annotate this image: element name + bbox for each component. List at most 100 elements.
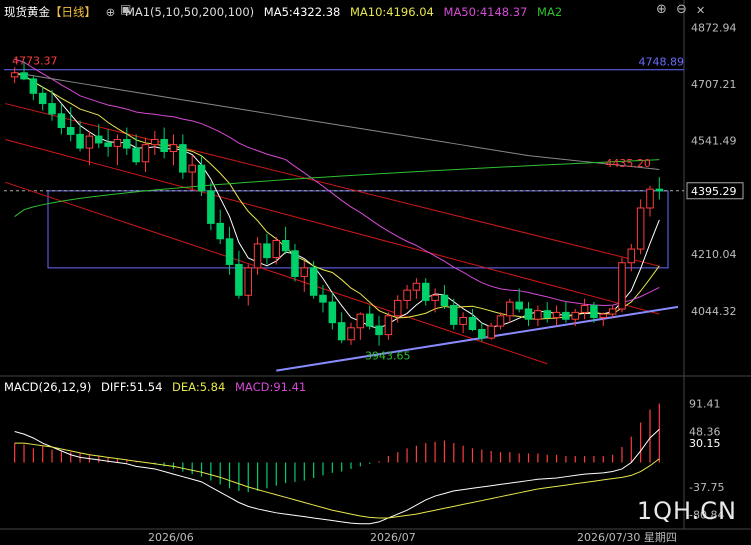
candle-body [20,72,28,80]
price-tick-label: 4210.04 [691,248,737,261]
dea-value: DEA:5.84 [172,380,226,394]
price-tick-label: 4707.21 [691,78,737,91]
candle-body [543,310,551,319]
watermark: 1QH.CN [636,497,737,525]
candle-body [263,243,271,259]
channel-lower-line [5,181,548,365]
price-tick-label: 4044.32 [691,305,737,318]
candle-body [421,282,430,301]
candle-body [337,322,346,341]
channel-middle-line [5,139,660,315]
candle-body [571,311,580,320]
ma100-line [14,72,660,171]
candle-body [478,329,486,339]
price-tick-label: 4395.29 [691,185,737,198]
candle-body [253,243,262,269]
candle-body [393,299,402,317]
candle-body [123,139,131,149]
diff-line [14,428,660,525]
high-annotation: 4773.37 [12,54,58,67]
low-annotation: 3943.65 [365,349,411,362]
price-chart[interactable]: 4872.94 4707.21 4541.49 4395.29 4210.04 4044.… [0,0,751,545]
dea-line [14,442,660,519]
candle-body [646,188,654,209]
candle-body [618,262,626,310]
candle-body [450,305,458,325]
recent-high-annotation: 4435.20 [605,157,651,170]
candle-body [85,135,94,149]
candle-body [160,139,168,152]
candle-body [291,250,299,277]
candle-body [384,315,393,336]
settings-icon[interactable]: ⊕ [106,5,116,19]
candle-body [487,325,495,339]
candle-body [197,164,206,192]
candle-body [300,267,309,277]
candle-body [468,317,477,330]
candle-body [412,282,421,291]
macd-label[interactable]: MACD(26,12,9) [4,380,91,394]
candle-body [10,72,19,78]
ma50-line [14,58,660,307]
macd-tick-label: 91.41 [689,398,721,411]
ma2-label: MA2 [537,5,563,19]
candle-body [328,301,337,324]
candle-body [506,301,514,317]
candle-body [534,310,542,320]
period-label[interactable]: 【日线】 [50,5,96,19]
ma50-value: MA50:4148.37 [443,5,528,19]
candle-body [309,267,318,296]
candle-body [655,188,664,192]
candle-body [66,127,75,135]
symbol-label[interactable]: 现货黄金 [4,5,50,19]
x-axis-label: 2026/07 [370,531,416,544]
candle-body [319,294,327,303]
minus-icon[interactable]: ⊖ [676,2,687,17]
macd-tick-label: 30.15 [689,437,721,450]
candle-body [347,327,355,341]
ma-label[interactable]: MA1(5,10,50,200,100) [125,5,254,19]
candle-body [76,133,84,149]
candle-body [244,267,253,296]
candle-body [141,144,150,163]
candle-body [94,135,103,144]
reference-line-label: 4748.89 [639,56,685,69]
candle-body [38,92,47,105]
candle-body [608,308,617,315]
candle-body [104,142,112,147]
macd-tick-label: -37.75 [689,481,724,494]
candle-body [235,263,243,296]
candle-body [459,317,467,325]
candle-body [524,308,533,320]
candle-body [590,305,598,319]
chart-header: 现货黄金【日线】 ⊕ MA1(5,10,50,200,100) MA5:4322… [4,4,568,20]
candle-body [636,207,645,250]
ma10-value: MA10:4196.04 [350,5,434,19]
candle-body [151,139,159,146]
candle-body [29,78,38,94]
x-axis-label: 2026/06 [148,531,194,544]
candle-body [431,294,439,301]
macd-header: MACD(26,12,9) DIFF:51.54 DEA:5.84 MACD:9… [4,380,312,394]
candle-body [281,240,290,252]
candle-body [225,238,234,265]
plus-icon[interactable]: ⊕ [656,2,667,17]
candle-body [57,113,66,129]
candle-body [403,289,411,301]
range-rectangle [47,190,669,269]
candle-body [179,144,187,173]
candle-body [375,325,383,336]
candle-body [515,301,523,310]
price-tick-label: 4541.49 [691,135,737,148]
candle-body [356,313,365,329]
support-line [276,305,679,372]
close-icon[interactable]: ✕ [696,4,705,17]
candle-body [188,164,196,173]
candle-body [365,313,374,327]
candle-body [216,222,224,240]
candle-body [132,147,140,163]
x-axis-label: 2026/07/30 星期四 [577,531,677,544]
candle-body [599,313,608,319]
channel-upper-line [5,103,660,267]
window-icon[interactable]: ▣ [120,2,131,16]
